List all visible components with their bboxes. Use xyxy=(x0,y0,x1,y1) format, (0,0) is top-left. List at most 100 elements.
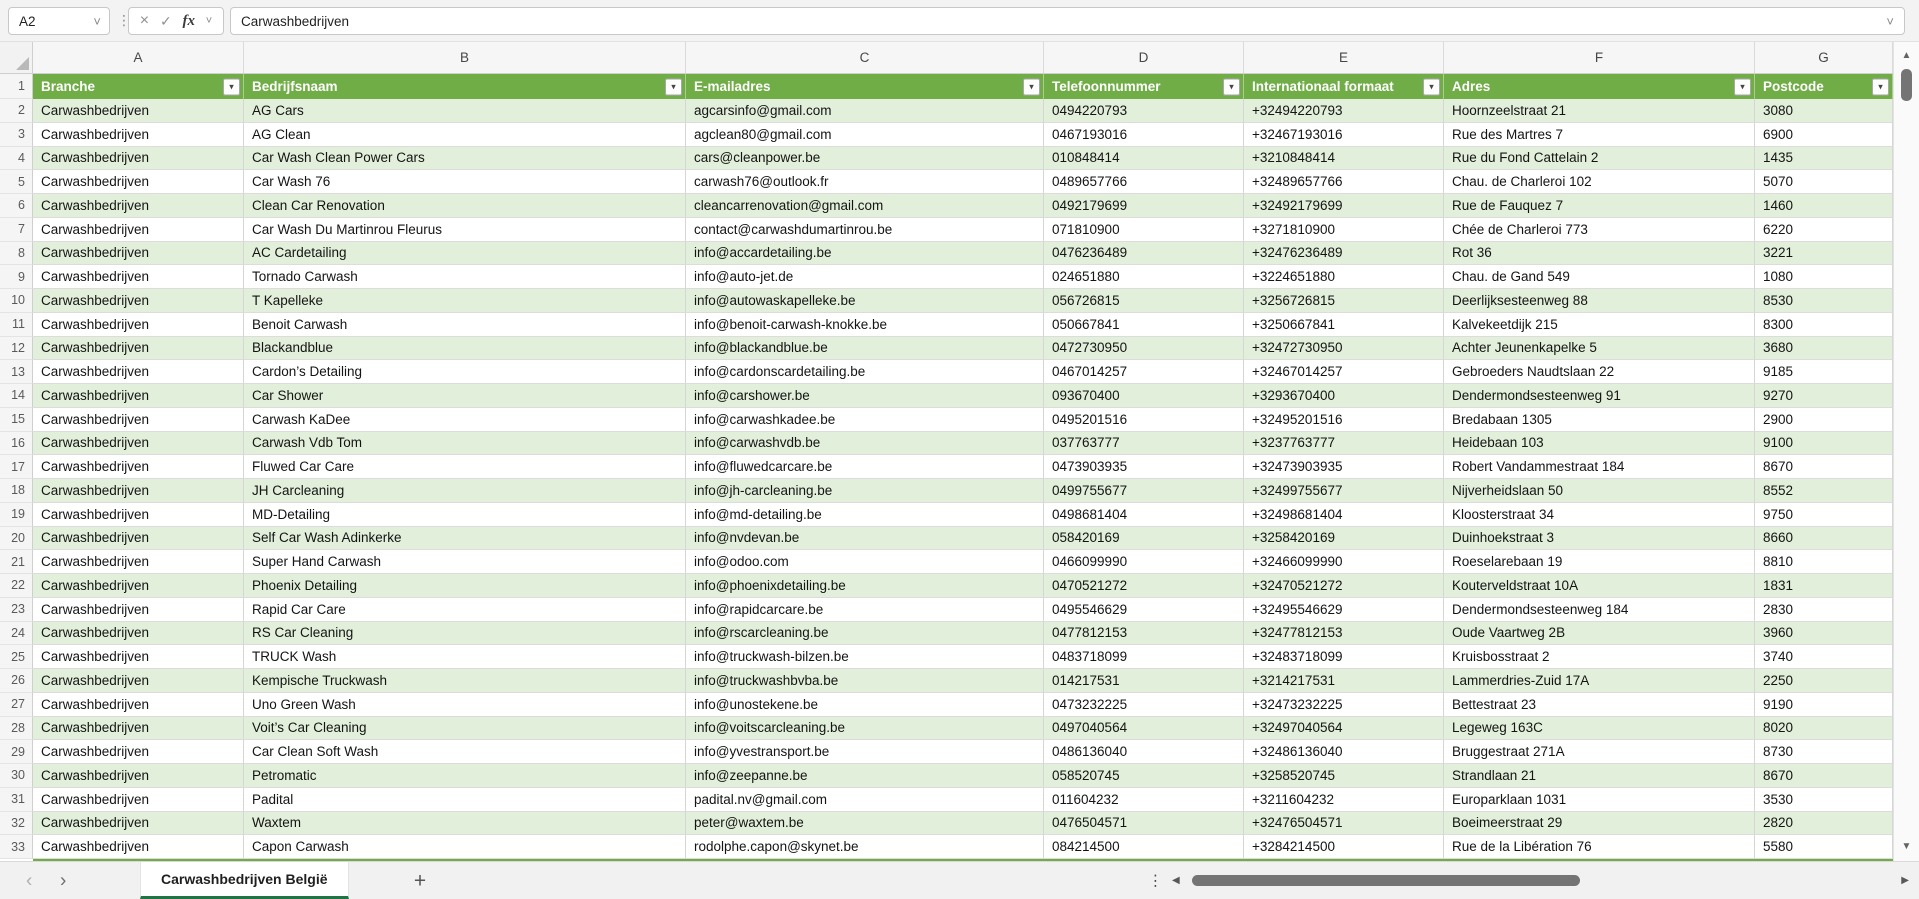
cell-D5[interactable]: 0489657766 xyxy=(1044,170,1244,194)
cell-E8[interactable]: +32476236489 xyxy=(1244,242,1444,266)
cell-G11[interactable]: 8300 xyxy=(1755,313,1893,337)
cell-E9[interactable]: +3224651880 xyxy=(1244,265,1444,289)
cell-E30[interactable]: +3258520745 xyxy=(1244,764,1444,788)
vertical-scrollbar-thumb[interactable] xyxy=(1901,69,1912,101)
cell-C4[interactable]: cars@cleanpower.be xyxy=(686,147,1044,171)
cell-C2[interactable]: agcarsinfo@gmail.com xyxy=(686,99,1044,123)
cell-C10[interactable]: info@autowaskapelleke.be xyxy=(686,289,1044,313)
row-header-5[interactable]: 5 xyxy=(0,170,33,194)
row-header-16[interactable]: 16 xyxy=(0,432,33,456)
row-header-25[interactable]: 25 xyxy=(0,645,33,669)
filter-button-e-mailadres[interactable]: ▾ xyxy=(1023,78,1040,95)
cell-B14[interactable]: Car Shower xyxy=(244,384,686,408)
cell-C11[interactable]: info@benoit-carwash-knokke.be xyxy=(686,313,1044,337)
cell-G18[interactable]: 8552 xyxy=(1755,479,1893,503)
cancel-entry-icon[interactable]: × xyxy=(140,13,149,29)
cell-G33[interactable]: 5580 xyxy=(1755,835,1893,859)
cell-B8[interactable]: AC Cardetailing xyxy=(244,242,686,266)
cell-G26[interactable]: 2250 xyxy=(1755,669,1893,693)
cell-G10[interactable]: 8530 xyxy=(1755,289,1893,313)
cell-D16[interactable]: 037763777 xyxy=(1044,432,1244,456)
cell-F7[interactable]: Chée de Charleroi 773 xyxy=(1444,218,1755,242)
cell-F21[interactable]: Roeselarebaan 19 xyxy=(1444,550,1755,574)
row-header-24[interactable]: 24 xyxy=(0,622,33,646)
cell-D27[interactable]: 0473232225 xyxy=(1044,693,1244,717)
cell-B3[interactable]: AG Clean xyxy=(244,123,686,147)
cell-F32[interactable]: Boeimeerstraat 29 xyxy=(1444,812,1755,836)
row-header-22[interactable]: 22 xyxy=(0,574,33,598)
cell-D18[interactable]: 0499755677 xyxy=(1044,479,1244,503)
cell-G13[interactable]: 9185 xyxy=(1755,360,1893,384)
cell-G6[interactable]: 1460 xyxy=(1755,194,1893,218)
cell-G31[interactable]: 3530 xyxy=(1755,788,1893,812)
column-header-G[interactable]: G xyxy=(1755,42,1893,73)
cell-A33[interactable]: Carwashbedrijven xyxy=(33,835,244,859)
cell-B16[interactable]: Carwash Vdb Tom xyxy=(244,432,686,456)
cell-E27[interactable]: +32473232225 xyxy=(1244,693,1444,717)
cell-D23[interactable]: 0495546629 xyxy=(1044,598,1244,622)
cell-A7[interactable]: Carwashbedrijven xyxy=(33,218,244,242)
column-header-D[interactable]: D xyxy=(1044,42,1244,73)
cell-D24[interactable]: 0477812153 xyxy=(1044,622,1244,646)
cell-A21[interactable]: Carwashbedrijven xyxy=(33,550,244,574)
cell-G7[interactable]: 6220 xyxy=(1755,218,1893,242)
cell-B23[interactable]: Rapid Car Care xyxy=(244,598,686,622)
select-all-button[interactable] xyxy=(0,42,33,73)
cell-B28[interactable]: Voit’s Car Cleaning xyxy=(244,717,686,741)
cell-A13[interactable]: Carwashbedrijven xyxy=(33,360,244,384)
cell-D12[interactable]: 0472730950 xyxy=(1044,337,1244,361)
cell-G25[interactable]: 3740 xyxy=(1755,645,1893,669)
column-header-E[interactable]: E xyxy=(1244,42,1444,73)
cell-E16[interactable]: +3237763777 xyxy=(1244,432,1444,456)
cell-E11[interactable]: +3250667841 xyxy=(1244,313,1444,337)
cell-C21[interactable]: info@odoo.com xyxy=(686,550,1044,574)
cell-G17[interactable]: 8670 xyxy=(1755,455,1893,479)
cell-D21[interactable]: 0466099990 xyxy=(1044,550,1244,574)
cell-B7[interactable]: Car Wash Du Martinrou Fleurus xyxy=(244,218,686,242)
cell-E19[interactable]: +32498681404 xyxy=(1244,503,1444,527)
cell-C14[interactable]: info@carshower.be xyxy=(686,384,1044,408)
row-header-23[interactable]: 23 xyxy=(0,598,33,622)
cell-A16[interactable]: Carwashbedrijven xyxy=(33,432,244,456)
row-header-21[interactable]: 21 xyxy=(0,550,33,574)
cell-C8[interactable]: info@accardetailing.be xyxy=(686,242,1044,266)
cell-E23[interactable]: +32495546629 xyxy=(1244,598,1444,622)
cell-D22[interactable]: 0470521272 xyxy=(1044,574,1244,598)
cell-D25[interactable]: 0483718099 xyxy=(1044,645,1244,669)
cell-C33[interactable]: rodolphe.capon@skynet.be xyxy=(686,835,1044,859)
filter-button-bedrijfsnaam[interactable]: ▾ xyxy=(665,78,682,95)
cell-G3[interactable]: 6900 xyxy=(1755,123,1893,147)
cell-C27[interactable]: info@unostekene.be xyxy=(686,693,1044,717)
scroll-right-icon[interactable]: ▶ xyxy=(1901,876,1909,886)
cell-A23[interactable]: Carwashbedrijven xyxy=(33,598,244,622)
cell-A27[interactable]: Carwashbedrijven xyxy=(33,693,244,717)
cell-F11[interactable]: Kalvekeetdijk 215 xyxy=(1444,313,1755,337)
cell-D14[interactable]: 093670400 xyxy=(1044,384,1244,408)
sheet-options-icon[interactable]: ⋮ xyxy=(1148,873,1163,888)
cell-B29[interactable]: Car Clean Soft Wash xyxy=(244,740,686,764)
column-header-B[interactable]: B xyxy=(244,42,686,73)
cell-F18[interactable]: Nijverheidslaan 50 xyxy=(1444,479,1755,503)
row-header-33[interactable]: 33 xyxy=(0,835,33,859)
cell-F9[interactable]: Chau. de Gand 549 xyxy=(1444,265,1755,289)
row-header-31[interactable]: 31 xyxy=(0,788,33,812)
cell-C5[interactable]: carwash76@outlook.fr xyxy=(686,170,1044,194)
cell-B27[interactable]: Uno Green Wash xyxy=(244,693,686,717)
scroll-down-icon[interactable]: ▼ xyxy=(1894,842,1919,852)
cell-C13[interactable]: info@cardonscardetailing.be xyxy=(686,360,1044,384)
cell-A6[interactable]: Carwashbedrijven xyxy=(33,194,244,218)
cell-B15[interactable]: Carwash KaDee xyxy=(244,408,686,432)
cell-G16[interactable]: 9100 xyxy=(1755,432,1893,456)
header-cell-branche[interactable]: Branche▾ xyxy=(33,74,244,99)
cell-C20[interactable]: info@nvdevan.be xyxy=(686,527,1044,551)
cell-G29[interactable]: 8730 xyxy=(1755,740,1893,764)
cell-A3[interactable]: Carwashbedrijven xyxy=(33,123,244,147)
cell-C23[interactable]: info@rapidcarcare.be xyxy=(686,598,1044,622)
cell-G30[interactable]: 8670 xyxy=(1755,764,1893,788)
cell-D4[interactable]: 010848414 xyxy=(1044,147,1244,171)
cell-A5[interactable]: Carwashbedrijven xyxy=(33,170,244,194)
cell-A26[interactable]: Carwashbedrijven xyxy=(33,669,244,693)
cell-C15[interactable]: info@carwashkadee.be xyxy=(686,408,1044,432)
cell-B4[interactable]: Car Wash Clean Power Cars xyxy=(244,147,686,171)
cell-C9[interactable]: info@auto-jet.de xyxy=(686,265,1044,289)
